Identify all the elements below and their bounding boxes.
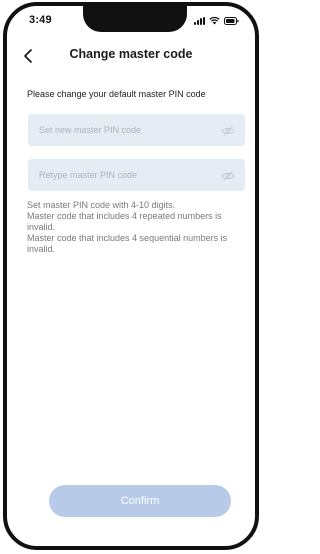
navigation-bar: Change master code [7, 44, 255, 68]
notch [83, 6, 187, 32]
eye-hidden-icon[interactable] [221, 169, 235, 181]
wifi-icon [209, 16, 220, 25]
page-title: Change master code [69, 47, 193, 61]
battery-icon [224, 17, 239, 25]
status-time: 3:49 [29, 14, 52, 26]
status-icons [194, 15, 239, 25]
confirm-button[interactable]: Confirm [49, 485, 231, 517]
new-master-code-field[interactable] [28, 114, 245, 146]
new-master-code-input[interactable] [28, 114, 219, 146]
signal-icon [194, 17, 205, 25]
retype-master-code-input[interactable] [28, 159, 219, 191]
status-bar: 3:49 [7, 6, 255, 36]
hint-line: Master code that includes 4 sequential n… [27, 233, 228, 254]
retype-master-code-field[interactable] [28, 159, 245, 191]
instruction-text: Please change your default master PIN co… [27, 89, 206, 99]
hint-line: Master code that includes 4 repeated num… [27, 211, 222, 232]
hint-line: Set master PIN code with 4-10 digits. [27, 200, 176, 210]
hint-text: Set master PIN code with 4-10 digits. Ma… [27, 200, 249, 255]
phone-frame: 3:49 Change master code Please change yo… [3, 2, 259, 550]
eye-hidden-icon[interactable] [221, 124, 235, 136]
